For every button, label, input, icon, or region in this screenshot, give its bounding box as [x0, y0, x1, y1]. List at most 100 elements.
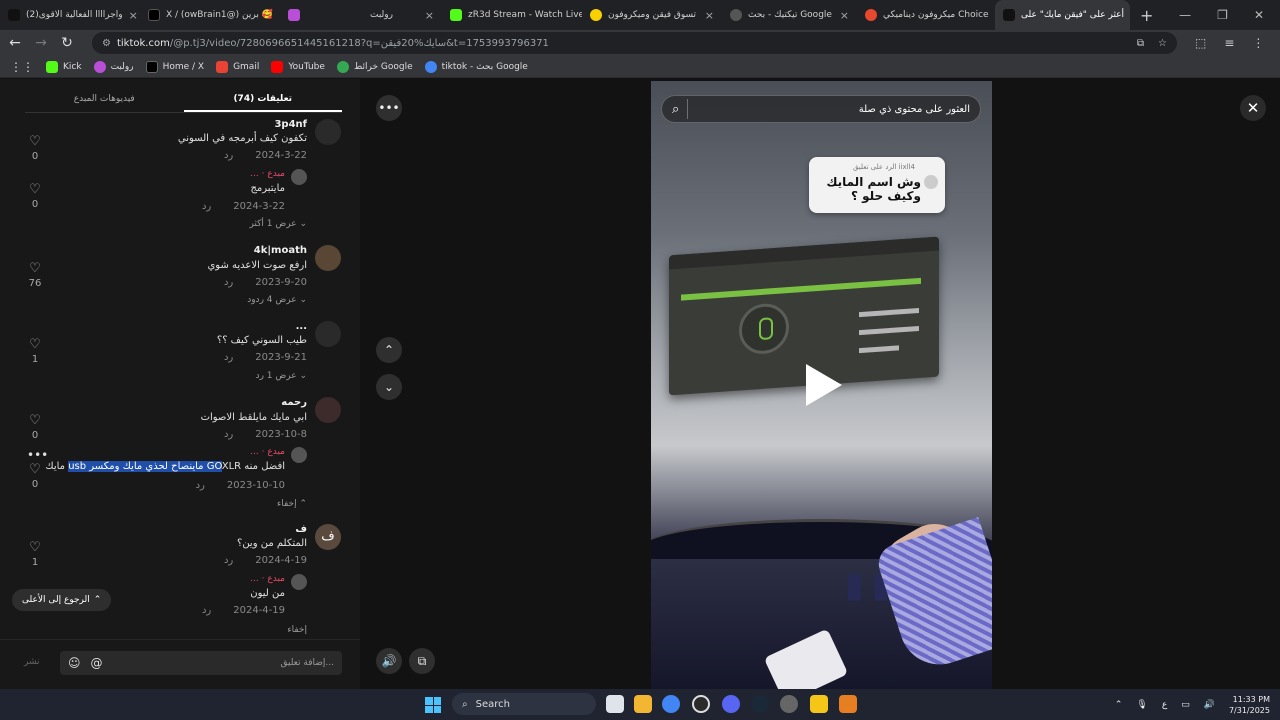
minimize-icon[interactable]: —	[1179, 8, 1191, 22]
tab-comments[interactable]: (74) تعليقات	[183, 89, 342, 112]
like-button[interactable]: ♡ 0	[24, 413, 46, 441]
play-icon[interactable]	[806, 364, 842, 406]
comment-input[interactable]: ☺ @ إضافة تعليق...	[60, 651, 342, 675]
close-window-icon[interactable]: ✕	[1254, 8, 1264, 22]
comment-username[interactable]: رحمه	[281, 397, 307, 408]
chevron-up-icon[interactable]: ⌃	[1115, 700, 1123, 710]
avatar[interactable]	[291, 574, 307, 590]
view-replies[interactable]: عرض 4 ردود ⌄	[247, 295, 307, 305]
like-button[interactable]: ♡ 0	[24, 134, 46, 162]
previous-video-button[interactable]: ⌃	[376, 337, 402, 363]
reply-button[interactable]: رد	[202, 201, 211, 212]
browser-tab[interactable]: تسوق فيقن وميكروفون ×	[582, 0, 722, 30]
reply-button[interactable]: رد	[224, 277, 233, 288]
extensions-icon[interactable]: ⬚	[1195, 36, 1206, 50]
reply-username[interactable]: ... · مبدع	[250, 447, 285, 457]
bookmark-youtube[interactable]: YouTube	[271, 60, 325, 73]
reply-button[interactable]: رد	[224, 352, 233, 363]
related-content-search[interactable]: ⌕ العثور على محتوى ذي صلة	[661, 95, 981, 123]
task-view-icon[interactable]	[606, 695, 624, 713]
file-explorer-icon[interactable]	[634, 695, 652, 713]
close-tab-icon[interactable]: ×	[834, 9, 849, 22]
like-button[interactable]: ♡ 1	[24, 337, 46, 365]
tab-creator-videos[interactable]: فيديوهات المبدع	[25, 89, 184, 112]
view-replies[interactable]: عرض 1 رد ⌄	[256, 371, 307, 381]
avatar[interactable]	[315, 245, 341, 271]
discord-icon[interactable]	[722, 695, 740, 713]
language-indicator[interactable]: ع	[1162, 700, 1167, 710]
reply-username[interactable]: ... · مبدع	[250, 169, 285, 179]
like-button[interactable]: ♡ 0	[24, 182, 46, 210]
bookmark-gmail[interactable]: Gmail	[216, 60, 259, 73]
network-icon[interactable]: ▭	[1181, 700, 1190, 710]
like-button[interactable]: ♡ 1	[24, 540, 46, 568]
browser-tab[interactable]: (2)واجراااا الفعالية الاقوى ×	[0, 0, 140, 30]
bookmark-google-search[interactable]: tiktok - بحث Google	[424, 60, 528, 73]
menu-icon[interactable]: ⋮	[1252, 36, 1264, 50]
close-tab-icon[interactable]: ×	[419, 9, 434, 22]
taskbar-search[interactable]: ⌕ Search	[452, 693, 596, 715]
close-tab-icon[interactable]: ×	[273, 9, 280, 22]
close-tab-icon[interactable]: ×	[123, 9, 138, 22]
post-button[interactable]: نشر	[24, 657, 40, 667]
comment-username[interactable]: 4k|moath	[254, 245, 307, 256]
back-to-top-button[interactable]: الرجوع إلى الأعلى ⌃	[12, 589, 112, 611]
view-more-replies[interactable]: عرض 1 أكثر ⌄	[249, 219, 307, 229]
avatar[interactable]: ف	[315, 524, 341, 550]
reply-button[interactable]: رد	[224, 429, 233, 440]
reply-button[interactable]: رد	[224, 150, 233, 161]
forward-icon[interactable]: →	[28, 35, 54, 51]
windows-start-icon[interactable]	[425, 697, 441, 713]
comment-username[interactable]: ف	[295, 524, 307, 535]
like-button[interactable]: ♡ 0	[24, 462, 46, 490]
install-app-icon[interactable]: ⧉	[1137, 38, 1144, 49]
avatar[interactable]	[315, 119, 341, 145]
avatar[interactable]	[315, 321, 341, 347]
clock[interactable]: 11:33 PM 7/31/2025	[1229, 694, 1270, 716]
bookmark-x[interactable]: Home / X	[145, 60, 204, 73]
emoji-icon[interactable]: ☺	[68, 656, 81, 670]
address-bar[interactable]: ⚙ tiktok.com /@p.tj3/video/7280696651445…	[92, 32, 1177, 54]
close-video-button[interactable]: ✕	[1240, 95, 1266, 121]
browser-tab[interactable]: zR3d Stream - Watch Live×	[442, 0, 582, 30]
back-icon[interactable]: ←	[2, 35, 28, 51]
browser-tab-active[interactable]: أعثر على "فيقن مايك" على×	[995, 0, 1130, 30]
like-button[interactable]: ♡ 76	[24, 261, 46, 289]
app-icon[interactable]	[839, 695, 857, 713]
comment-username[interactable]: ...	[296, 321, 307, 332]
restore-icon[interactable]: ❐	[1217, 8, 1228, 22]
settings-icon[interactable]	[780, 695, 798, 713]
browser-tab[interactable]: تيكتيك - بحث Google ×	[722, 0, 857, 30]
close-tab-icon[interactable]: ×	[699, 9, 714, 22]
browser-tab[interactable]: رولبت ×	[362, 0, 442, 30]
picture-in-picture-icon[interactable]: ⧉	[409, 648, 435, 674]
avatar[interactable]	[291, 447, 307, 463]
obs-icon[interactable]	[692, 695, 710, 713]
hide-replies[interactable]: إخفاء	[287, 625, 307, 635]
next-video-button[interactable]: ⌄	[376, 374, 402, 400]
browser-tab[interactable]	[280, 0, 362, 30]
new-tab-button[interactable]: +	[1130, 6, 1163, 25]
comment-username[interactable]: 3p4nf	[274, 119, 307, 130]
reload-icon[interactable]: ↻	[54, 35, 80, 51]
steam-icon[interactable]	[751, 695, 769, 713]
site-info-icon[interactable]: ⚙	[102, 38, 111, 49]
volume-icon[interactable]: 🔊	[376, 648, 402, 674]
browser-tab[interactable]: X / (owBrain1@) برين 🥰×	[140, 0, 280, 30]
more-options-icon[interactable]: •••	[27, 448, 48, 462]
reply-button[interactable]: رد	[196, 480, 205, 491]
bookmark-kick[interactable]: Kick	[46, 60, 82, 73]
more-options-button[interactable]: •••	[376, 95, 402, 121]
bookmark-maps[interactable]: خرائط Google	[336, 60, 413, 73]
avatar[interactable]	[291, 169, 307, 185]
apps-icon[interactable]: ⋮⋮	[10, 60, 34, 74]
reply-username[interactable]: ... · مبدع	[250, 574, 285, 584]
close-tab-icon[interactable]: ×	[1124, 9, 1130, 22]
bookmark-roulette[interactable]: رولبت	[93, 60, 134, 73]
mention-icon[interactable]: @	[91, 656, 103, 670]
avatar[interactable]	[315, 397, 341, 423]
browser-tab[interactable]: ميكروفون ديناميكي Choice×	[857, 0, 995, 30]
reading-list-icon[interactable]: ≡	[1224, 36, 1234, 50]
reply-button[interactable]: رد	[224, 555, 233, 566]
microphone-icon[interactable]: 🎙	[1136, 700, 1147, 710]
